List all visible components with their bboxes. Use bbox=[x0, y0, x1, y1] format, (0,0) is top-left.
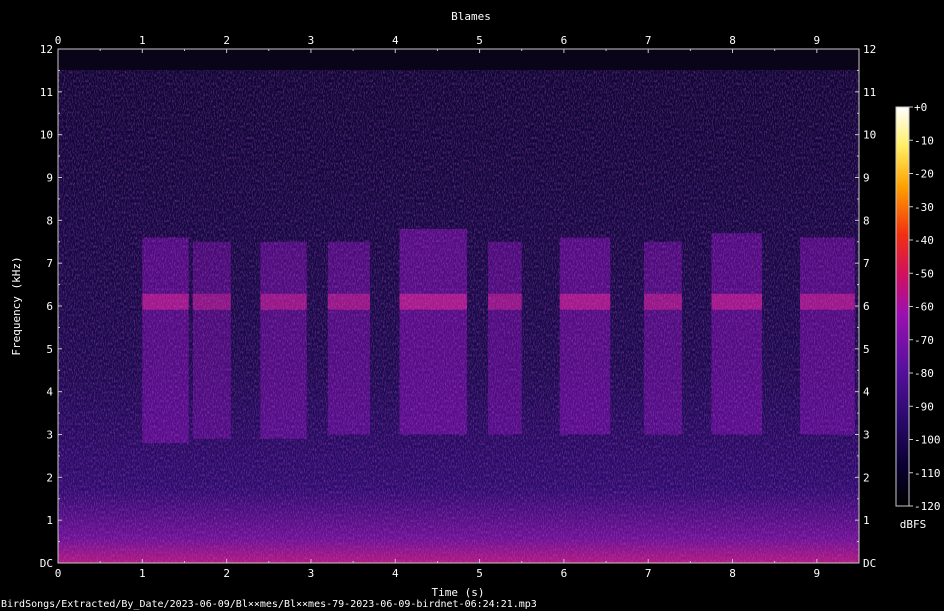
y-tick-label-right: 7 bbox=[863, 257, 870, 270]
y-tick-label-right: 12 bbox=[863, 43, 876, 56]
x-tick-label-bottom: 1 bbox=[139, 567, 146, 580]
y-tick-label-right: DC bbox=[863, 557, 876, 570]
x-tick-label-bottom: 7 bbox=[645, 567, 652, 580]
y-tick-label-right: 11 bbox=[863, 86, 876, 99]
y-tick-label-left: 10 bbox=[40, 129, 53, 142]
x-tick-label-top: 3 bbox=[308, 34, 315, 47]
y-tick-label-right: 10 bbox=[863, 129, 876, 142]
colorbar-tick-label: -40 bbox=[914, 234, 934, 247]
x-tick-label-bottom: 4 bbox=[392, 567, 399, 580]
y-tick-label-right: 9 bbox=[863, 172, 870, 185]
y-tick-label-left: 3 bbox=[46, 429, 53, 442]
chart-title: Blames bbox=[451, 10, 491, 23]
y-tick-label-right: 3 bbox=[863, 429, 870, 442]
y-tick-label-right: 4 bbox=[863, 386, 870, 399]
colorbar-tick-label: -110 bbox=[914, 467, 941, 480]
x-tick-label-bottom: 9 bbox=[814, 567, 821, 580]
y-tick-label-left: 4 bbox=[46, 386, 53, 399]
colorbar-tick-label: -20 bbox=[914, 168, 934, 181]
x-tick-label-bottom: 0 bbox=[55, 567, 62, 580]
x-tick-label-bottom: 2 bbox=[223, 567, 230, 580]
file-path: BirdSongs/Extracted/By_Date/2023-06-09/B… bbox=[1, 599, 537, 610]
colorbar-tick-label: -100 bbox=[914, 434, 941, 447]
y-tick-label-left: 12 bbox=[40, 43, 53, 56]
x-tick-label-bottom: 5 bbox=[476, 567, 483, 580]
x-tick-label-top: 0 bbox=[55, 34, 62, 47]
y-axis-label: Frequency (kHz) bbox=[10, 256, 23, 355]
colorbar-tick-label: +0 bbox=[914, 101, 927, 114]
colorbar-tick-label: -120 bbox=[914, 500, 941, 513]
x-tick-label-bottom: 8 bbox=[729, 567, 736, 580]
x-tick-label-top: 7 bbox=[645, 34, 652, 47]
spectrogram-figure: 00112233445566778899DC DC1 12 23 34 45 56 67 78 8… bbox=[1, 10, 941, 610]
x-tick-label-top: 5 bbox=[476, 34, 483, 47]
y-tick-label-left: 9 bbox=[46, 172, 53, 185]
y-tick-label-right: 8 bbox=[863, 214, 870, 227]
x-tick-label-top: 2 bbox=[223, 34, 230, 47]
x-tick-label-top: 6 bbox=[561, 34, 568, 47]
colorbar-label: dBFS bbox=[900, 518, 927, 531]
x-tick-label-bottom: 6 bbox=[561, 567, 568, 580]
y-tick-label-right: 1 bbox=[863, 514, 870, 527]
colorbar-ticks: +0 -10 -20 -30 -40 -50 -60 -70 -80 -90 -100 -110 -12… bbox=[909, 101, 941, 513]
y-tick-label-left: 7 bbox=[46, 257, 53, 270]
y-tick-label-right: 5 bbox=[863, 343, 870, 356]
x-axis-label: Time (s) bbox=[432, 586, 485, 599]
x-tick-label-top: 9 bbox=[814, 34, 821, 47]
y-tick-label-left: 8 bbox=[46, 214, 53, 227]
colorbar-tick-label: -80 bbox=[914, 367, 934, 380]
colorbar bbox=[896, 107, 909, 506]
y-tick-label-left: 11 bbox=[40, 86, 53, 99]
x-tick-label-top: 1 bbox=[139, 34, 146, 47]
colorbar-tick-label: -50 bbox=[914, 267, 934, 280]
y-tick-label-right: 6 bbox=[863, 300, 870, 313]
x-tick-label-top: 4 bbox=[392, 34, 399, 47]
y-tick-label-left: 5 bbox=[46, 343, 53, 356]
colorbar-tick-label: -30 bbox=[914, 201, 934, 214]
y-tick-label-left: 1 bbox=[46, 514, 53, 527]
x-tick-label-bottom: 3 bbox=[308, 567, 315, 580]
colorbar-tick-label: -70 bbox=[914, 334, 934, 347]
y-tick-label-left: 6 bbox=[46, 300, 53, 313]
y-tick-label-right: 2 bbox=[863, 471, 870, 484]
spectrogram-grain bbox=[58, 70, 859, 563]
y-tick-label-left: 2 bbox=[46, 471, 53, 484]
colorbar-tick-label: -10 bbox=[914, 134, 934, 147]
x-tick-label-top: 8 bbox=[729, 34, 736, 47]
colorbar-tick-label: -60 bbox=[914, 301, 934, 314]
colorbar-tick-label: -90 bbox=[914, 400, 934, 413]
y-tick-label-left: DC bbox=[40, 557, 53, 570]
